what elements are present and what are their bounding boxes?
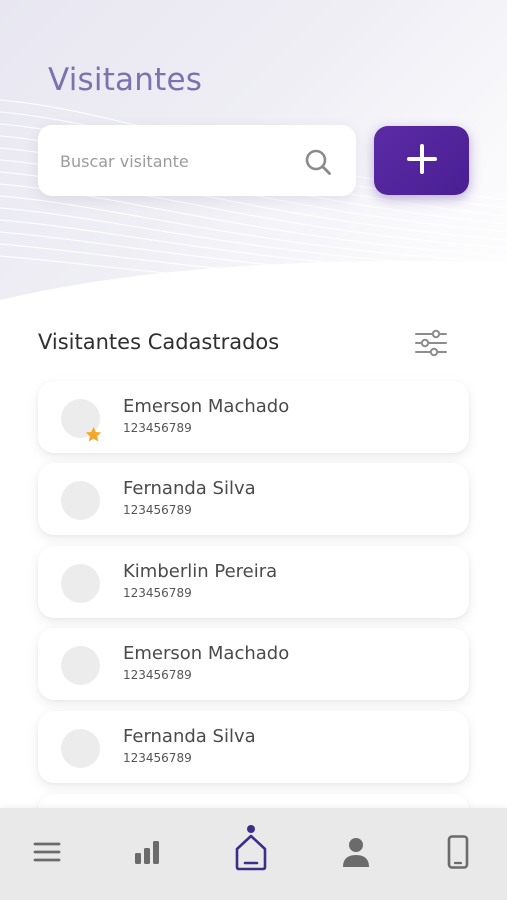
- visitor-card[interactable]: Emerson Machado 123456789: [38, 628, 469, 700]
- visitor-card[interactable]: Fernanda Silva 123456789: [38, 463, 469, 535]
- plus-icon: [406, 143, 438, 178]
- visitor-phone: 123456789: [123, 586, 192, 600]
- visitor-name: Fernanda Silva: [123, 478, 256, 499]
- visitor-name: Kimberlin Pereira: [123, 561, 278, 582]
- add-visitor-button[interactable]: [374, 126, 469, 195]
- visitor-card[interactable]: Kimberlin Pereira 123456789: [38, 546, 469, 618]
- visitor-name: Fernanda Silva: [123, 726, 256, 747]
- nav-profile[interactable]: [334, 808, 378, 900]
- visitor-card[interactable]: Emerson Machado 123456789: [38, 381, 469, 453]
- avatar: [61, 481, 100, 520]
- visitor-phone: 123456789: [123, 421, 192, 435]
- search-input[interactable]: [60, 147, 290, 175]
- nav-menu[interactable]: [25, 808, 69, 900]
- search-box[interactable]: [38, 125, 356, 196]
- avatar: [61, 564, 100, 603]
- home-icon: [234, 833, 268, 875]
- visitor-phone: 123456789: [123, 503, 192, 517]
- avatar: [61, 646, 100, 685]
- phone-icon: [447, 835, 469, 873]
- page-title: Visitantes: [48, 62, 203, 98]
- star-icon: [84, 425, 103, 444]
- section-title: Visitantes Cadastrados: [38, 330, 280, 354]
- visitor-name: Emerson Machado: [123, 643, 290, 664]
- search-icon[interactable]: [304, 148, 332, 176]
- avatar: [61, 729, 100, 768]
- visitor-card[interactable]: Fernanda Silva 123456789: [38, 711, 469, 783]
- visitor-phone: 123456789: [123, 751, 192, 765]
- nav-stats[interactable]: [125, 808, 169, 900]
- sliders-icon[interactable]: [414, 328, 448, 358]
- visitor-phone: 123456789: [123, 668, 192, 682]
- bar-chart-icon: [133, 838, 161, 870]
- nav-device[interactable]: [436, 808, 480, 900]
- menu-icon: [33, 841, 61, 867]
- nav-home[interactable]: [228, 808, 274, 900]
- bottom-nav: [0, 808, 507, 900]
- visitor-name: Emerson Machado: [123, 396, 290, 417]
- user-icon: [342, 837, 370, 871]
